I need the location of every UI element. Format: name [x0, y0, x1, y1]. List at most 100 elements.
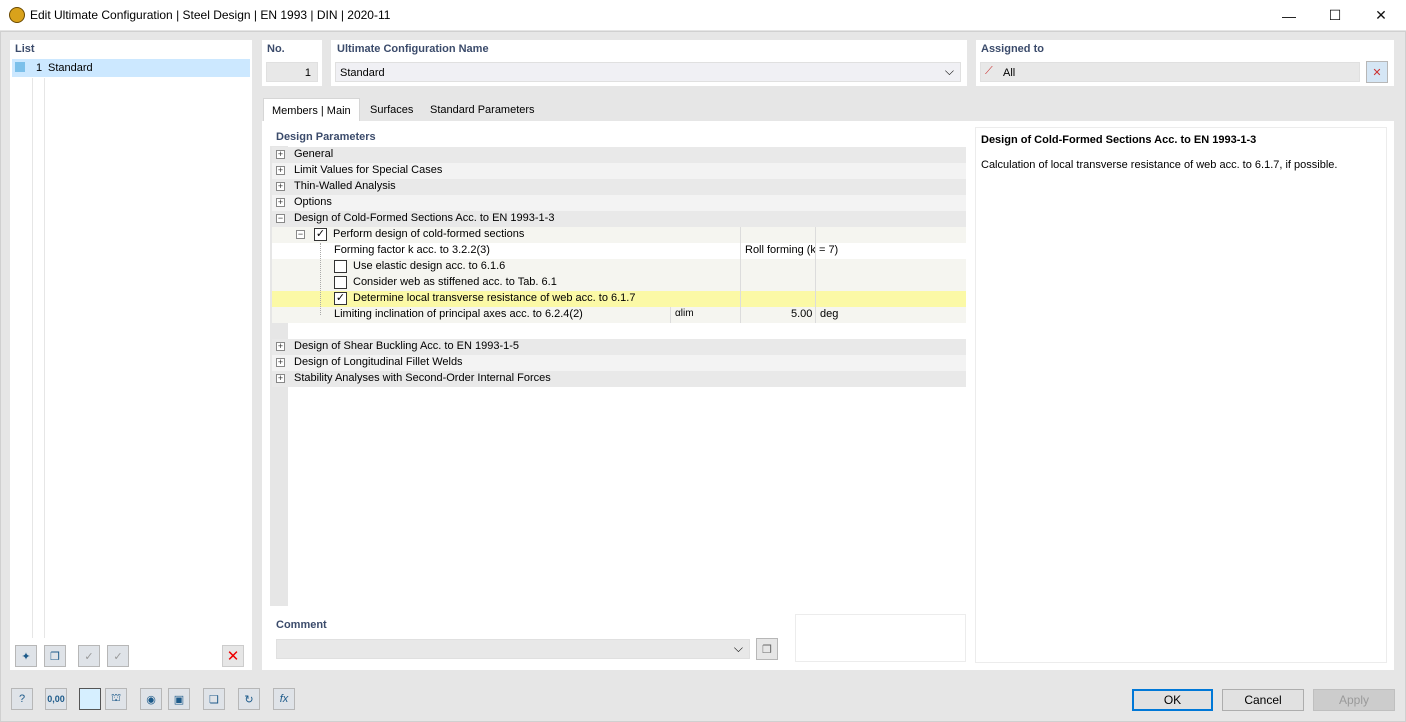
stiffened-checkbox[interactable]	[334, 276, 347, 289]
number-panel: No. 1	[262, 40, 322, 86]
cancel-button[interactable]: Cancel	[1222, 689, 1304, 711]
color-swatch-icon	[15, 62, 25, 72]
tree-row[interactable]: − ✓ Perform design of cold-formed sectio…	[272, 227, 966, 243]
transverse-checkbox[interactable]: ✓	[334, 292, 347, 305]
copy-comment-icon[interactable]: ❐	[756, 638, 778, 660]
tree-row[interactable]: + Design of Shear Buckling Acc. to EN 19…	[272, 339, 966, 355]
copy-icon[interactable]: ❏	[203, 688, 225, 710]
new-item-icon[interactable]: ✦	[15, 645, 37, 667]
tree-row[interactable]: + Stability Analyses with Second-Order I…	[272, 371, 966, 387]
assigned-label: Assigned to	[981, 43, 1044, 55]
title-bar: Edit Ultimate Configuration | Steel Desi…	[0, 0, 1406, 31]
app-icon	[9, 7, 25, 23]
assigned-value: All	[1003, 67, 1016, 79]
tree-row[interactable]: Limiting inclination of principal axes a…	[272, 307, 966, 323]
expand-icon[interactable]: +	[276, 198, 285, 207]
model-icon[interactable]: ⛫	[105, 688, 127, 710]
info-panel: Design of Cold-Formed Sections Acc. to E…	[975, 127, 1387, 663]
number-label: No.	[267, 43, 285, 55]
inclination-symbol: αlim	[675, 308, 694, 319]
check-all-icon[interactable]: ✓	[78, 645, 100, 667]
list-item-number: 1	[36, 62, 43, 74]
expand-icon[interactable]: +	[276, 358, 285, 367]
save-icon[interactable]: ▣	[168, 688, 190, 710]
expand-icon[interactable]: +	[276, 150, 285, 159]
info-text: Calculation of local transverse resistan…	[981, 159, 1338, 171]
perform-checkbox[interactable]: ✓	[314, 228, 327, 241]
tree-row[interactable]: + General	[272, 147, 966, 163]
list-divider	[32, 78, 33, 638]
tree-row[interactable]: Use elastic design acc. to 6.1.6	[272, 259, 966, 275]
apply-button[interactable]: Apply	[1313, 689, 1395, 711]
tab-members-main[interactable]: Members | Main	[263, 98, 360, 121]
units-icon[interactable]: 0,00	[45, 688, 67, 710]
tree-group-label: Design of Longitudinal Fillet Welds	[294, 356, 463, 368]
help-icon[interactable]: ?	[11, 688, 33, 710]
tab-surfaces[interactable]: Surfaces	[362, 98, 422, 121]
ok-button[interactable]: OK	[1132, 689, 1213, 711]
tree-row[interactable]: Consider web as stiffened acc. to Tab. 6…	[272, 275, 966, 291]
tree-row-selected[interactable]: ✓ Determine local transverse resistance …	[272, 291, 966, 307]
tree-group-label: Limit Values for Special Cases	[294, 164, 443, 176]
list-item[interactable]: 1 Standard	[12, 59, 250, 77]
tree-group-label: Design of Cold-Formed Sections Acc. to E…	[294, 212, 555, 224]
name-combo[interactable]: Standard ⌵	[335, 62, 961, 82]
expand-icon[interactable]: +	[276, 342, 285, 351]
name-value: Standard	[340, 67, 385, 79]
close-button[interactable]: ✕	[1358, 0, 1404, 31]
inclination-unit: deg	[820, 308, 839, 320]
collapse-icon[interactable]: −	[276, 214, 285, 223]
expand-icon[interactable]: +	[276, 374, 285, 383]
minimize-button[interactable]: —	[1266, 0, 1312, 31]
tree-group-label: Options	[294, 196, 332, 208]
tree-row[interactable]: − Design of Cold-Formed Sections Acc. to…	[272, 211, 966, 227]
tree-row[interactable]: + Design of Longitudinal Fillet Welds	[272, 355, 966, 371]
tree-row[interactable]: + Options	[272, 195, 966, 211]
tree-group-label: Stability Analyses with Second-Order Int…	[294, 372, 551, 384]
tree-group-label: Design of Shear Buckling Acc. to EN 1993…	[294, 340, 520, 352]
column-divider	[740, 227, 741, 323]
comment-panel: Comment ⌵ ❐	[270, 614, 786, 662]
tree-row[interactable]: + Limit Values for Special Cases	[272, 163, 966, 179]
number-value: 1	[304, 67, 311, 79]
window-title: Edit Ultimate Configuration | Steel Desi…	[30, 8, 391, 22]
list-panel: List 1 Standard ✦ ❐ ✓ ✓ ✕	[10, 40, 252, 670]
list-divider	[44, 78, 45, 638]
transverse-label: Determine local transverse resistance of…	[353, 292, 636, 304]
view-icon[interactable]: ◉	[140, 688, 162, 710]
tab-standard-parameters[interactable]: Standard Parameters	[422, 98, 543, 121]
reset-icon[interactable]: ↻	[238, 688, 260, 710]
chevron-down-icon: ⌵	[944, 64, 954, 78]
perform-label: Perform design of cold-formed sections	[333, 228, 525, 240]
uncheck-all-icon[interactable]: ✓	[107, 645, 129, 667]
forming-value[interactable]: Roll forming (k = 7)	[745, 244, 838, 256]
comment-label: Comment	[276, 619, 327, 631]
number-field: 1	[266, 62, 318, 82]
tree-row[interactable]: Forming factor k acc. to 3.2.2(3) Roll f…	[272, 243, 966, 259]
tree-line	[320, 243, 321, 315]
chevron-down-icon: ⌵	[733, 641, 743, 655]
comment-combo[interactable]: ⌵	[276, 639, 750, 659]
copy-item-icon[interactable]: ❐	[44, 645, 66, 667]
members-icon: ⟋	[985, 65, 993, 77]
assigned-field: ⟋ All	[980, 62, 1360, 82]
maximize-button[interactable]: ☐	[1312, 0, 1358, 31]
formula-icon[interactable]: fx	[273, 688, 295, 710]
delete-icon[interactable]: ✕	[222, 645, 244, 667]
inclination-value[interactable]: 5.00	[791, 308, 812, 320]
expand-icon[interactable]: +	[276, 182, 285, 191]
column-divider	[670, 307, 671, 323]
color-icon[interactable]	[79, 688, 101, 710]
list-item-label: Standard	[48, 62, 93, 74]
elastic-checkbox[interactable]	[334, 260, 347, 273]
collapse-icon[interactable]: −	[296, 230, 305, 239]
tree-group-label: General	[294, 148, 334, 160]
empty-panel	[795, 614, 966, 662]
select-objects-icon[interactable]: ✕	[1366, 61, 1388, 83]
column-divider	[815, 227, 816, 323]
tree-group-label: Thin-Walled Analysis	[294, 180, 396, 192]
design-parameters-header: Design Parameters	[276, 131, 376, 143]
elastic-label: Use elastic design acc. to 6.1.6	[353, 260, 506, 272]
tree-row[interactable]: + Thin-Walled Analysis	[272, 179, 966, 195]
expand-icon[interactable]: +	[276, 166, 285, 175]
